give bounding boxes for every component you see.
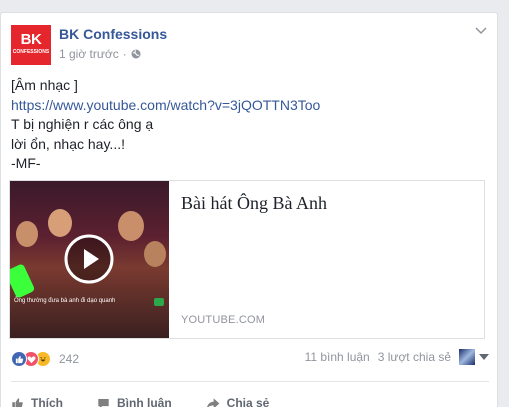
post-line-tag: [Âm nhạc ] bbox=[11, 77, 78, 93]
comment-label: Bình luận bbox=[117, 396, 172, 407]
audience-face bbox=[16, 221, 38, 247]
post-actions-bar: Thích Bình luận Chia sẻ bbox=[11, 396, 303, 407]
post-stats: 242 11 bình luận 3 lượt chia sẻ bbox=[11, 349, 489, 369]
thumbs-up-icon bbox=[12, 397, 23, 407]
chevron-down-icon[interactable] bbox=[475, 27, 487, 35]
like-label: Thích bbox=[31, 396, 63, 407]
video-thumbnail[interactable]: Ông thường đưa bà anh đi dạo quanh bbox=[10, 181, 169, 338]
post-youtube-link[interactable]: https://www.youtube.com/watch?v=3jQOTTN3… bbox=[11, 96, 320, 116]
post-meta: 1 giờ trước · bbox=[59, 47, 141, 61]
play-icon[interactable] bbox=[64, 234, 114, 284]
link-title[interactable]: Bài hát Ông Bà Anh bbox=[181, 193, 472, 214]
like-button[interactable]: Thích bbox=[11, 396, 63, 407]
reaction-count[interactable]: 242 bbox=[59, 352, 79, 366]
share-button[interactable]: Chia sẻ bbox=[206, 396, 270, 407]
like-reaction-icon bbox=[11, 351, 27, 367]
viewer-avatar[interactable] bbox=[459, 349, 475, 365]
post-signature: -MF- bbox=[11, 155, 41, 171]
share-label: Chia sẻ bbox=[226, 396, 270, 407]
share-count-link[interactable]: 3 lượt chia sẻ bbox=[378, 350, 451, 364]
link-info[interactable]: Bài hát Ông Bà Anh YOUTUBE.COM bbox=[169, 181, 484, 338]
share-icon bbox=[206, 397, 220, 407]
comment-icon bbox=[98, 398, 109, 407]
globe-icon[interactable] bbox=[131, 49, 141, 59]
avatar-logo-text: BK bbox=[20, 31, 42, 48]
page-avatar[interactable]: BK CONFESSIONS bbox=[11, 25, 51, 65]
audience-face bbox=[118, 211, 144, 241]
post-line: T bị nghiện r các ông ạ bbox=[11, 116, 154, 132]
thumbnail-caption: Ông thường đưa bà anh đi dạo quanh bbox=[14, 298, 116, 304]
caret-down-icon[interactable] bbox=[479, 354, 489, 360]
engagement-stats: 11 bình luận 3 lượt chia sẻ bbox=[305, 349, 489, 365]
post-line: lời ổn, nhạc hay...! bbox=[11, 135, 125, 152]
avatar-logo-subtext: CONFESSIONS bbox=[12, 49, 50, 55]
actions-divider bbox=[11, 381, 489, 382]
reaction-icons[interactable] bbox=[11, 351, 57, 367]
link-preview[interactable]: Ông thường đưa bà anh đi dạo quanh Bài h… bbox=[9, 180, 485, 339]
audience-face bbox=[48, 209, 72, 237]
channel-logo bbox=[154, 298, 164, 306]
page-name-link[interactable]: BK Confessions bbox=[59, 26, 167, 42]
post-card: BK CONFESSIONS BK Confessions 1 giờ trướ… bbox=[0, 12, 498, 407]
link-domain: YOUTUBE.COM bbox=[181, 314, 266, 326]
post-text: [Âm nhạc ] https://www.youtube.com/watch… bbox=[11, 76, 320, 174]
comment-button[interactable]: Bình luận bbox=[97, 396, 172, 407]
audience-face bbox=[144, 241, 166, 267]
meta-separator: · bbox=[122, 47, 127, 61]
comment-count-link[interactable]: 11 bình luận bbox=[305, 350, 370, 364]
post-timestamp[interactable]: 1 giờ trước bbox=[59, 47, 119, 61]
